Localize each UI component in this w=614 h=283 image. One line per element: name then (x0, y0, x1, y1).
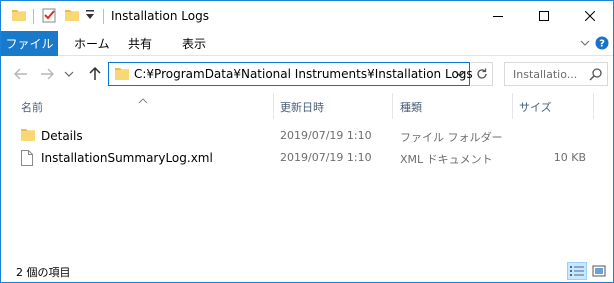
column-modified[interactable]: 更新日時 (280, 99, 324, 115)
details-view-icon (570, 266, 584, 276)
refresh-icon (476, 68, 487, 79)
file-name[interactable]: Details (41, 129, 83, 143)
explorer-window: Installation Logs ファイル ホーム 共有 表示 ? C:¥Pr… (0, 0, 614, 283)
ribbon-expand-button[interactable] (577, 35, 593, 51)
chevron-down-icon (455, 71, 465, 77)
tab-home[interactable]: ホーム (74, 31, 110, 56)
search-placeholder: Installatio... (513, 68, 578, 81)
ribbon-tabs: ファイル ホーム 共有 表示 ? (1, 31, 613, 56)
navigation-bar: C:¥ProgramData¥National Instruments¥Inst… (1, 56, 613, 93)
close-button[interactable] (567, 1, 613, 31)
file-size: 10 KB (553, 151, 586, 164)
search-icon[interactable] (589, 67, 603, 84)
maximize-button[interactable] (521, 1, 567, 31)
large-icons-view-button[interactable] (589, 262, 609, 280)
large-icons-view-icon (592, 265, 606, 277)
search-box[interactable]: Installatio... (504, 62, 608, 86)
tab-view[interactable]: 表示 (182, 31, 206, 56)
svg-text:?: ? (599, 39, 605, 50)
dropdown-icon[interactable] (85, 9, 95, 27)
document-icon (20, 150, 34, 169)
help-icon: ? (595, 36, 609, 50)
file-type: ファイル フォルダー (400, 131, 503, 144)
status-bar: 2 個の項目 (1, 260, 613, 282)
up-arrow-icon (89, 67, 101, 80)
refresh-button[interactable] (471, 62, 493, 86)
properties-icon[interactable] (41, 7, 57, 25)
folder-icon (20, 128, 36, 145)
back-button[interactable] (13, 66, 29, 82)
minimize-icon (493, 16, 503, 17)
chevron-down-icon (580, 40, 590, 46)
file-type: XML ドキュメント (400, 153, 493, 166)
recent-locations-button[interactable] (63, 66, 75, 82)
address-history-button[interactable] (453, 67, 467, 81)
new-folder-icon[interactable] (64, 7, 80, 25)
help-button[interactable]: ? (595, 35, 609, 51)
window-title: Installation Logs (111, 9, 209, 23)
file-name[interactable]: InstallationSummaryLog.xml (41, 151, 213, 165)
column-size[interactable]: サイズ (519, 99, 552, 115)
address-bar[interactable]: C:¥ProgramData¥National Instruments¥Inst… (108, 62, 473, 86)
forward-arrow-icon (41, 68, 54, 80)
item-count: 2 個の項目 (16, 266, 71, 279)
tab-file[interactable]: ファイル (1, 31, 58, 56)
column-type[interactable]: 種類 (400, 99, 422, 115)
column-name[interactable]: 名前 (21, 99, 43, 115)
forward-button[interactable] (39, 66, 55, 82)
folder-icon[interactable] (11, 7, 27, 25)
back-arrow-icon (14, 68, 27, 80)
maximize-icon (539, 11, 549, 21)
close-icon (585, 11, 595, 21)
minimize-button[interactable] (475, 1, 521, 31)
chevron-down-icon (64, 71, 74, 77)
tab-share[interactable]: 共有 (128, 31, 152, 56)
file-modified: 2019/07/19 1:10 (280, 129, 372, 142)
file-modified: 2019/07/19 1:10 (280, 151, 372, 164)
address-path[interactable]: C:¥ProgramData¥National Instruments¥Inst… (134, 67, 473, 81)
folder-icon (114, 67, 130, 84)
column-header: 名前 更新日時 種類 サイズ (1, 93, 613, 119)
title-bar: Installation Logs (1, 1, 613, 31)
file-row[interactable]: InstallationSummaryLog.xml 2019/07/19 1:… (1, 147, 613, 169)
up-button[interactable] (87, 66, 103, 82)
details-view-button[interactable] (567, 262, 587, 280)
file-row[interactable]: Details 2019/07/19 1:10 ファイル フォルダー (1, 125, 613, 147)
sort-ascending-icon (138, 93, 148, 107)
